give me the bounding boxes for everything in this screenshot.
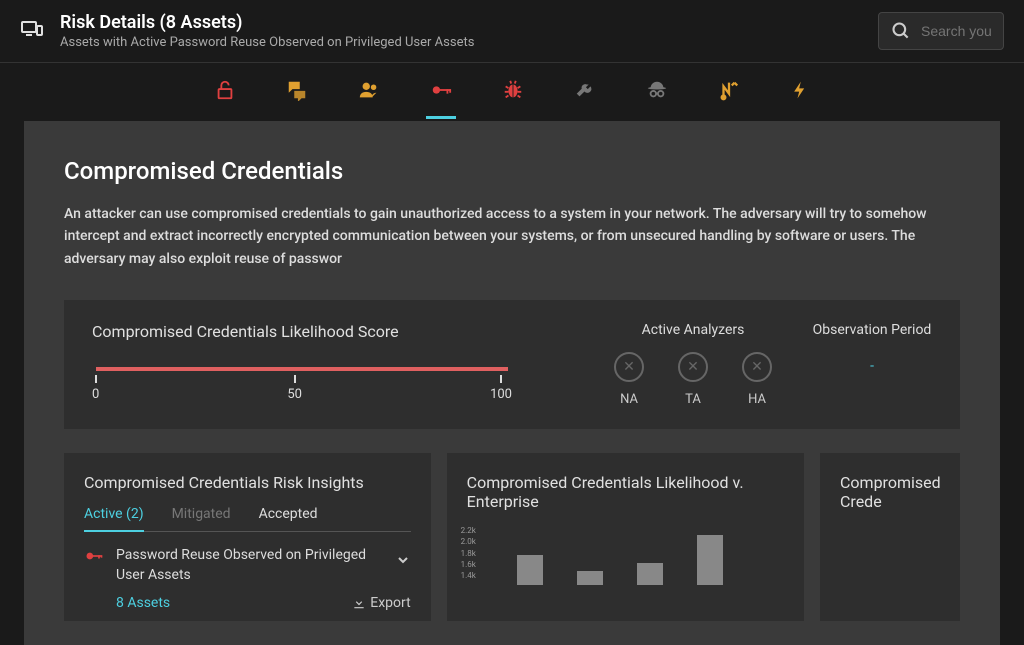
page-title: Risk Details (8 Assets) [60, 12, 878, 33]
chevron-down-icon[interactable] [395, 552, 411, 572]
panel3-title: Compromised Crede [840, 473, 940, 511]
disabled-icon: ✕ [742, 352, 772, 382]
insight-item[interactable]: Password Reuse Observed on Privileged Us… [84, 546, 411, 585]
analyzers-section: Active Analyzers ✕ NA ✕ TA ✕ HA [614, 322, 772, 407]
download-icon [352, 596, 366, 610]
y-axis-labels: 2.2k 2.0k 1.8k 1.6k 1.4k [461, 525, 476, 581]
third-panel: Compromised Crede [820, 453, 960, 621]
observation-period: Observation Period - [812, 322, 932, 374]
tab-bolt[interactable] [786, 75, 814, 109]
likelihood-title: Compromised Credentials Likelihood v. En… [467, 473, 784, 511]
insights-title: Compromised Credentials Risk Insights [84, 473, 411, 492]
analyzer-ha[interactable]: ✕ HA [742, 352, 772, 407]
main-content: Compromised Credentials An attacker can … [24, 121, 1000, 645]
key-icon [84, 546, 104, 570]
insights-tabs: Active (2) Mitigated Accepted [84, 506, 411, 532]
page-header: Risk Details (8 Assets) Assets with Acti… [0, 0, 1024, 63]
score-min: 0 [92, 375, 99, 402]
assets-link[interactable]: 8 Assets [116, 595, 170, 611]
key-icon [430, 79, 452, 101]
tab-spy[interactable] [642, 75, 672, 109]
tab-accepted[interactable]: Accepted [259, 506, 318, 531]
tab-active[interactable]: Active (2) [84, 506, 144, 532]
lock-icon [214, 79, 236, 101]
tab-bug[interactable] [498, 75, 528, 109]
tab-lock[interactable] [210, 75, 240, 109]
tab-users[interactable] [354, 75, 384, 109]
observation-title: Observation Period [812, 322, 932, 338]
likelihood-panel: Compromised Credentials Likelihood v. En… [447, 453, 804, 621]
tab-wrench[interactable] [570, 75, 600, 109]
spy-icon [646, 79, 668, 101]
disabled-icon: ✕ [678, 352, 708, 382]
bar-chart: 2.2k 2.0k 1.8k 1.6k 1.4k [467, 525, 784, 585]
disabled-icon: ✕ [614, 352, 644, 382]
chart-bar [577, 571, 603, 585]
search-icon [891, 21, 911, 41]
risk-insights-panel: Compromised Credentials Risk Insights Ac… [64, 453, 431, 621]
wrench-icon [574, 79, 596, 101]
score-title: Compromised Credentials Likelihood Score [92, 322, 574, 341]
score-mid: 50 [287, 375, 302, 402]
tab-chat[interactable] [282, 75, 312, 109]
search-box[interactable] [878, 12, 1004, 50]
section-description: An attacker can use compromised credenti… [64, 203, 960, 270]
section-title: Compromised Credentials [64, 157, 960, 185]
bolt-icon [790, 79, 810, 101]
export-button[interactable]: Export [352, 595, 410, 611]
route-icon [718, 79, 740, 101]
analyzer-na[interactable]: ✕ NA [614, 352, 644, 407]
tab-mitigated[interactable]: Mitigated [172, 506, 231, 531]
chart-bar [697, 535, 723, 585]
analyzers-title: Active Analyzers [614, 322, 772, 338]
tab-key[interactable] [426, 75, 456, 109]
observation-value: - [812, 358, 932, 374]
chat-icon [286, 79, 308, 101]
chart-bar [637, 563, 663, 585]
users-icon [358, 79, 380, 101]
score-bar: 0 50 100 [92, 367, 512, 402]
bug-icon [502, 79, 524, 101]
score-card: Compromised Credentials Likelihood Score… [64, 300, 960, 429]
score-max: 100 [490, 375, 512, 402]
search-input[interactable] [921, 23, 991, 39]
tab-route[interactable] [714, 75, 744, 109]
analyzer-ta[interactable]: ✕ TA [678, 352, 708, 407]
category-tabs [0, 63, 1024, 121]
chart-bar [517, 555, 543, 585]
devices-icon [20, 17, 44, 45]
page-subtitle: Assets with Active Password Reuse Observ… [60, 35, 878, 50]
insight-text: Password Reuse Observed on Privileged Us… [116, 546, 383, 585]
